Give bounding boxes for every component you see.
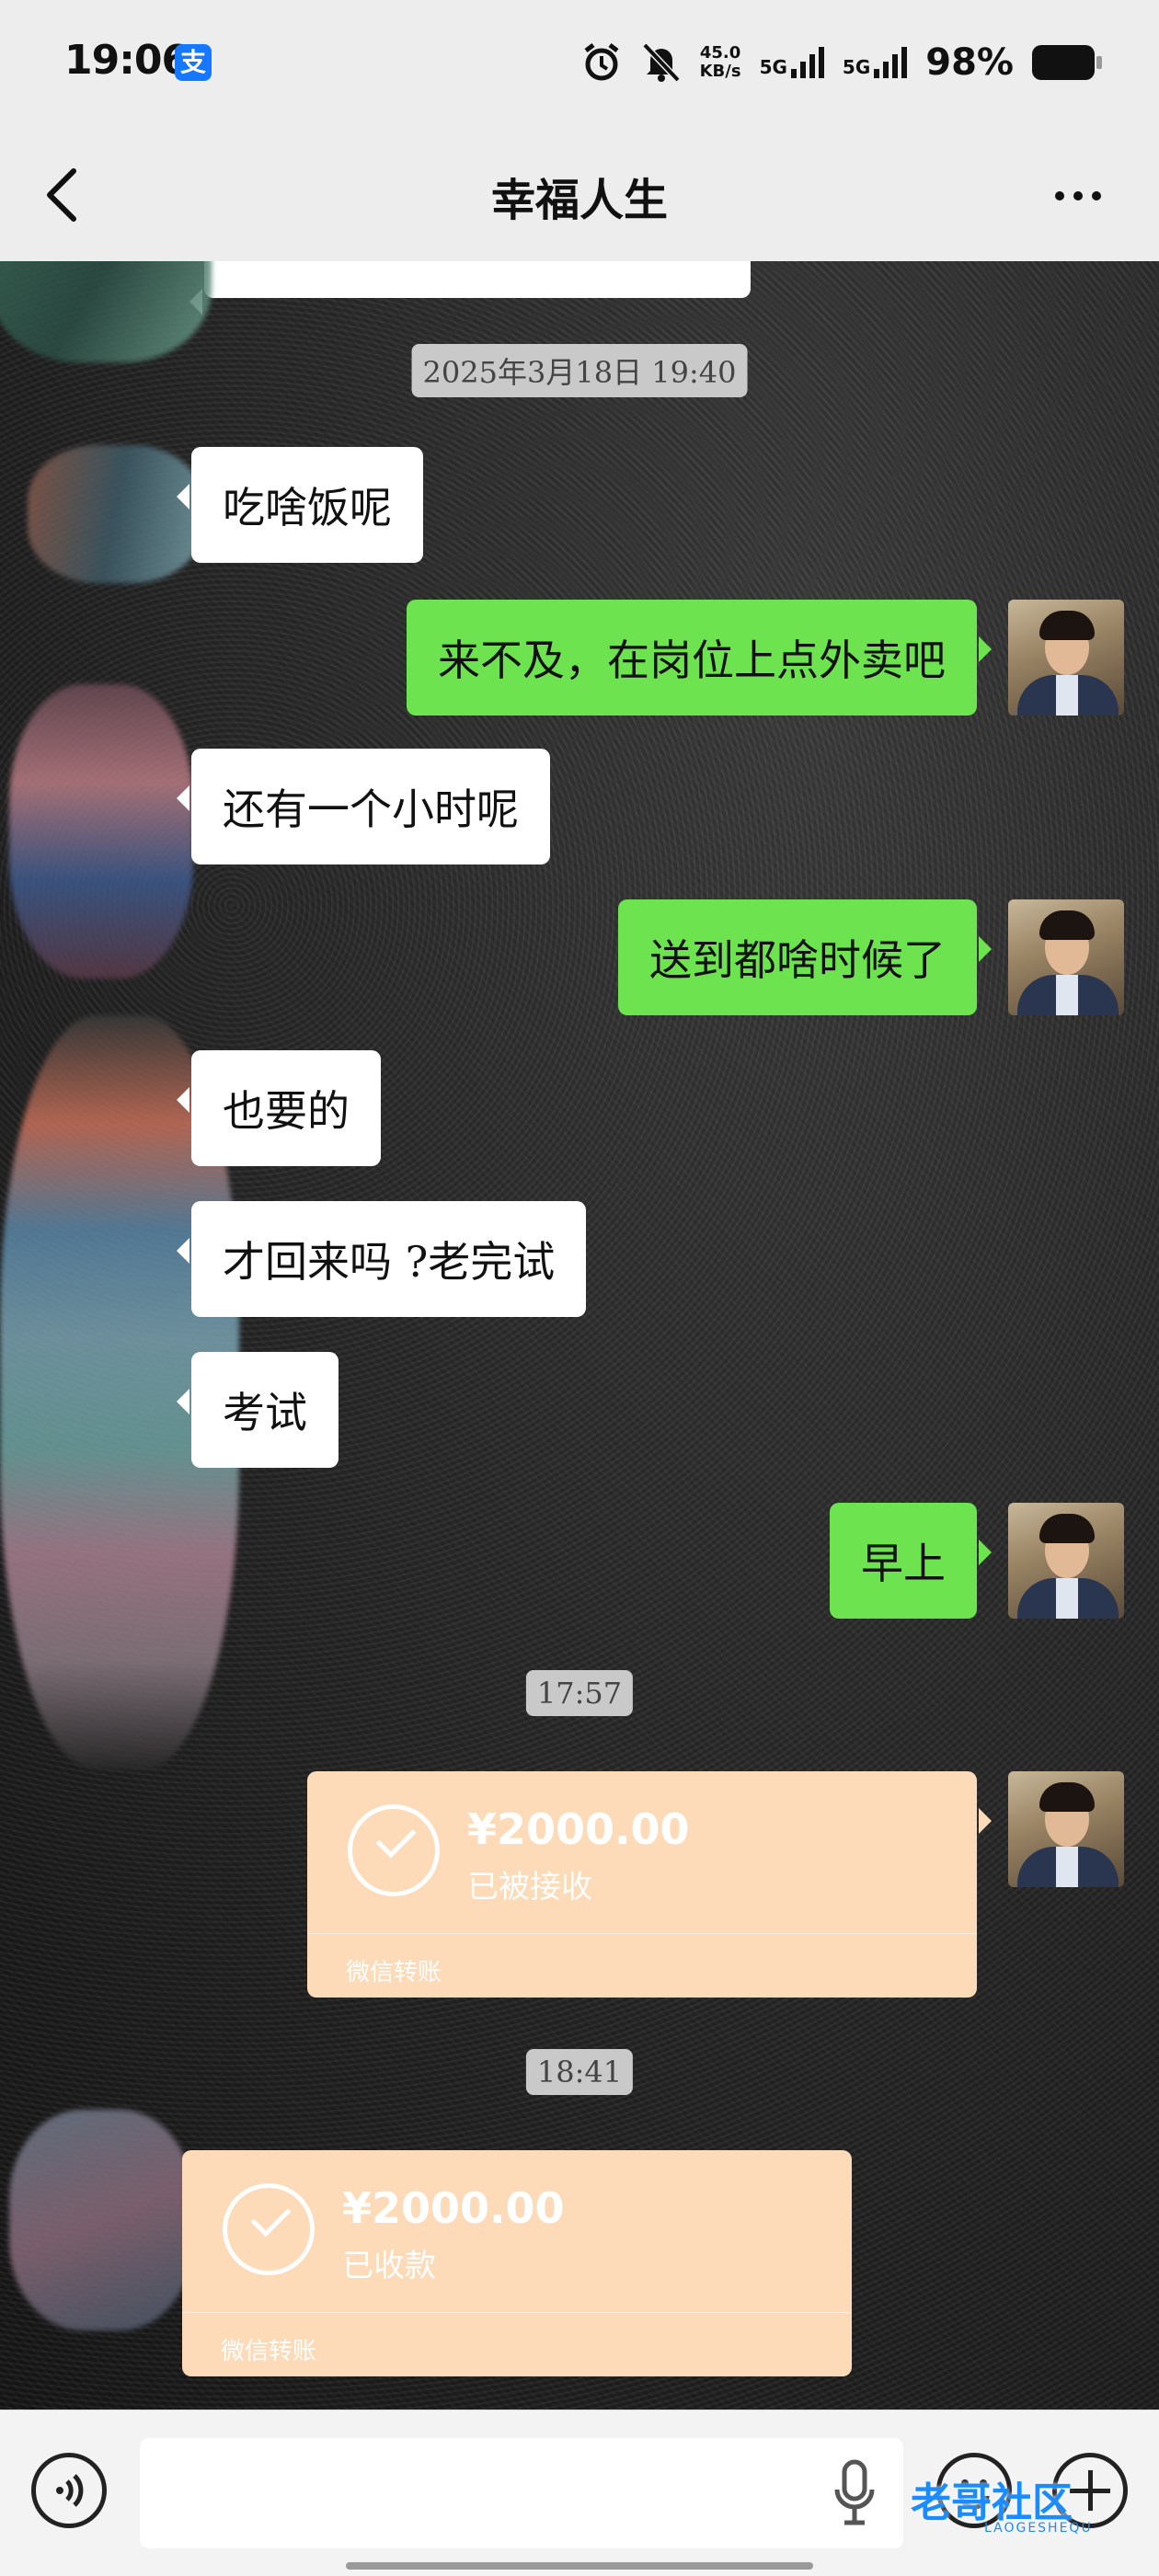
- chat-header: 幸福人生: [0, 129, 1159, 262]
- voice-icon: [56, 2474, 84, 2507]
- transfer-amount: ¥2000.00: [342, 2183, 565, 2233]
- redacted-avatar: [0, 261, 212, 362]
- redacted-avatar: [9, 2110, 193, 2330]
- status-time: 19:06: [64, 37, 189, 84]
- home-indicator[interactable]: [346, 2562, 813, 2570]
- message-input[interactable]: [140, 2438, 903, 2548]
- more-button[interactable]: [1041, 173, 1115, 219]
- message-bubble-incoming[interactable]: 才回来吗 ?老完试: [176, 1201, 587, 1317]
- message-bubble-outgoing[interactable]: 来不及，在岗位上点外卖吧: [407, 600, 992, 716]
- alipay-icon: 支: [175, 44, 212, 81]
- signal-label-2: 5G: [842, 56, 871, 78]
- message-bubble-incoming[interactable]: 考试: [177, 1352, 339, 1468]
- message-bubble-incoming[interactable]: 还有一个小时呢: [177, 749, 550, 864]
- watermark-logo: 老哥社区: [911, 2479, 1073, 2526]
- transfer-status: 已被接收: [467, 1869, 592, 1906]
- status-icons: 45.0 KB/s 5G 5G 98%: [580, 35, 1102, 90]
- divider: [307, 1933, 977, 1934]
- my-avatar[interactable]: [1008, 1503, 1124, 1619]
- redacted-avatar: [9, 684, 193, 979]
- battery-percent: 98%: [925, 41, 1014, 84]
- voice-button[interactable]: [31, 2453, 107, 2528]
- input-bar: 老哥社区 LAOGESHEQU: [0, 2410, 1159, 2576]
- transfer-status: 已收款: [342, 2248, 436, 2284]
- transfer-card-outgoing[interactable]: ¥2000.00 已被接收 微信转账: [307, 1771, 992, 1998]
- check-circle-icon: [223, 2183, 315, 2275]
- timestamp: 2025年3月18日 19:40: [411, 344, 748, 397]
- divider: [182, 2312, 852, 2313]
- transfer-card-incoming[interactable]: ¥2000.00 已收款 微信转账: [182, 2150, 852, 2376]
- check-circle-icon: [348, 1804, 440, 1896]
- signal-label-1: 5G: [759, 56, 787, 78]
- status-bar: 19:06 支 45.0 KB/s 5G 5G 98%: [0, 0, 1159, 129]
- chat-area[interactable]: 2025年3月18日 19:40 吃啥饭呢 来不及，在岗位上点外卖吧 还有一个小…: [0, 261, 1159, 2410]
- my-avatar[interactable]: [1008, 600, 1124, 716]
- net-speed-value: 45.0: [699, 43, 741, 63]
- net-speed-unit: KB/s: [699, 62, 741, 81]
- message-bubble-outgoing[interactable]: 早上: [830, 1503, 992, 1619]
- chat-title: 幸福人生: [490, 175, 668, 226]
- alarm-icon: [580, 41, 623, 84]
- battery-icon: [1032, 45, 1102, 80]
- net-speed: 45.0 KB/s: [700, 44, 741, 81]
- more-dots-icon: [1055, 191, 1101, 200]
- transfer-label: 微信转账: [346, 1959, 442, 1986]
- transfer-amount: ¥2000.00: [467, 1804, 690, 1854]
- redacted-avatar: [28, 445, 202, 583]
- mute-bell-icon: [641, 41, 682, 84]
- watermark-subtext: LAOGESHEQU: [984, 2521, 1093, 2536]
- transfer-label: 微信转账: [221, 2338, 317, 2365]
- message-bubble-outgoing[interactable]: 送到都啥时候了: [618, 899, 992, 1015]
- signal-icon: 5G: [760, 47, 824, 78]
- partial-message-bubble[interactable]: [189, 261, 751, 315]
- timestamp: 17:57: [525, 1670, 634, 1716]
- message-bubble-incoming[interactable]: 吃啥饭呢: [177, 447, 423, 563]
- mic-icon[interactable]: [832, 2458, 878, 2528]
- my-avatar[interactable]: [1008, 1771, 1124, 1887]
- timestamp: 18:41: [525, 2049, 634, 2095]
- signal-icon-2: 5G: [842, 47, 908, 78]
- message-bubble-incoming[interactable]: 也要的: [177, 1050, 381, 1166]
- my-avatar[interactable]: [1008, 899, 1124, 1015]
